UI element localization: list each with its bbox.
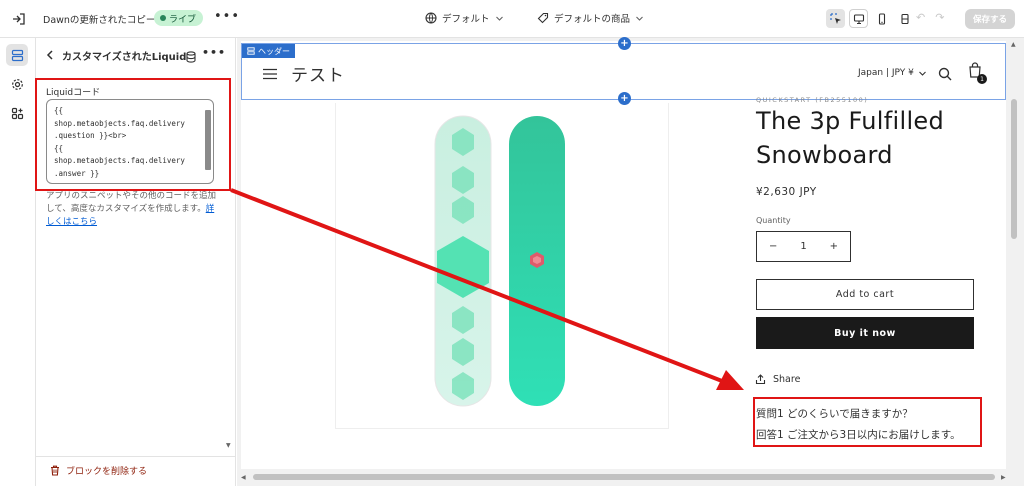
liquid-help-text: アプリのスニペットやその他のコードを追加して、高度なカスタマイズを作成します。詳… — [46, 190, 216, 229]
preview-product-label: デフォルトの商品 — [554, 14, 631, 25]
database-icon[interactable] — [186, 48, 196, 67]
chevron-down-icon — [495, 16, 503, 21]
store-name[interactable]: テスト — [291, 61, 345, 86]
help-description: アプリのスニペットやその他のコードを追加して、高度なカスタマイズを作成します。 — [46, 191, 217, 214]
scroll-up-icon[interactable]: ▲ — [1011, 41, 1016, 48]
product-title: The 3p Fulfilled Snowboard — [756, 107, 945, 169]
redo-icon[interactable]: ↷ — [935, 11, 944, 24]
sections-icon[interactable] — [6, 44, 28, 66]
code-highlight-annotation — [35, 78, 231, 191]
quantity-input[interactable]: 1 — [800, 241, 806, 252]
header-tag-label: ヘッダー — [258, 46, 290, 56]
quantity-minus-button[interactable]: − — [769, 241, 777, 252]
fullscreen-icon[interactable] — [895, 9, 914, 28]
section-icon — [247, 47, 255, 55]
scroll-right-icon[interactable]: ▶ — [1001, 474, 1006, 481]
header-section-tag[interactable]: ヘッダー — [242, 44, 295, 58]
panel-title: カスタマイズされたLiquid — [62, 51, 187, 63]
theme-more-button[interactable]: ••• — [214, 9, 240, 24]
menu-icon[interactable] — [262, 65, 278, 84]
back-icon[interactable] — [46, 48, 56, 62]
theme-settings-icon[interactable] — [6, 73, 28, 95]
chevron-down-icon — [636, 16, 643, 21]
quantity-stepper: − 1 + — [756, 231, 851, 262]
locale-selector[interactable]: Japan | JPY ¥ — [858, 68, 927, 78]
live-label: ライブ — [169, 14, 197, 25]
desktop-icon[interactable] — [849, 9, 868, 28]
preview-horizontal-scrollbar[interactable]: ◀ ▶ — [241, 472, 1009, 482]
add-section-above-icon[interactable]: + — [618, 37, 631, 50]
view-tools — [826, 9, 914, 28]
globe-icon — [425, 12, 437, 24]
preview-vertical-scrollbar[interactable]: ▲ — [1009, 41, 1019, 473]
delete-block-button[interactable]: ブロックを削除する — [50, 464, 147, 477]
inspector-icon[interactable] — [826, 9, 845, 28]
horizontal-scroll-thumb[interactable] — [253, 474, 995, 480]
product-image[interactable] — [337, 114, 657, 414]
product-price: ¥2,630 JPY — [756, 186, 817, 198]
faq-highlight-annotation — [753, 397, 982, 447]
save-button[interactable]: 保存する — [965, 9, 1015, 29]
vertical-scroll-thumb[interactable] — [1011, 99, 1017, 239]
panel-scroll-down-icon[interactable]: ▼ — [226, 442, 231, 449]
history-controls: ↶ ↷ — [916, 11, 944, 24]
preview-product-select[interactable]: デフォルトの商品 — [537, 11, 644, 25]
product-vendor: QUICKSTART (FB255100) — [756, 96, 869, 104]
buy-now-button[interactable]: Buy it now — [756, 317, 974, 349]
search-icon[interactable] — [938, 66, 952, 85]
add-section-below-icon[interactable]: + — [618, 92, 631, 105]
top-bar: Dawnの更新されたコピー ライブ ••• デフォルト デフォルトの商品 ↶ ↷… — [0, 0, 1024, 38]
trash-icon — [51, 465, 59, 476]
share-button[interactable]: Share — [755, 374, 800, 385]
mobile-icon[interactable] — [872, 9, 891, 28]
panel-header: カスタマイズされたLiquid ••• — [46, 46, 228, 64]
tag-icon — [537, 12, 549, 24]
cart-count-badge: 1 — [977, 74, 987, 84]
undo-icon[interactable]: ↶ — [916, 11, 925, 24]
live-badge: ライブ — [154, 10, 204, 26]
editor-rail — [0, 38, 36, 486]
panel-more-button[interactable]: ••• — [202, 46, 226, 59]
template-select[interactable]: デフォルト — [425, 11, 504, 25]
exit-icon[interactable] — [10, 10, 28, 28]
theme-name: Dawnの更新されたコピー — [43, 15, 156, 26]
share-icon — [755, 374, 766, 385]
template-select-label: デフォルト — [442, 14, 490, 25]
add-to-cart-button[interactable]: Add to cart — [756, 279, 974, 310]
live-dot-icon — [160, 15, 166, 21]
scroll-left-icon[interactable]: ◀ — [241, 474, 246, 481]
quantity-label: Quantity — [756, 216, 791, 225]
quantity-plus-button[interactable]: + — [830, 241, 838, 252]
delete-block-label: ブロックを削除する — [66, 467, 148, 477]
share-label: Share — [773, 374, 801, 385]
locale-label: Japan | JPY ¥ — [858, 68, 914, 78]
panel-divider — [36, 456, 236, 457]
app-embeds-icon[interactable] — [6, 102, 28, 124]
chevron-down-icon — [918, 71, 926, 76]
